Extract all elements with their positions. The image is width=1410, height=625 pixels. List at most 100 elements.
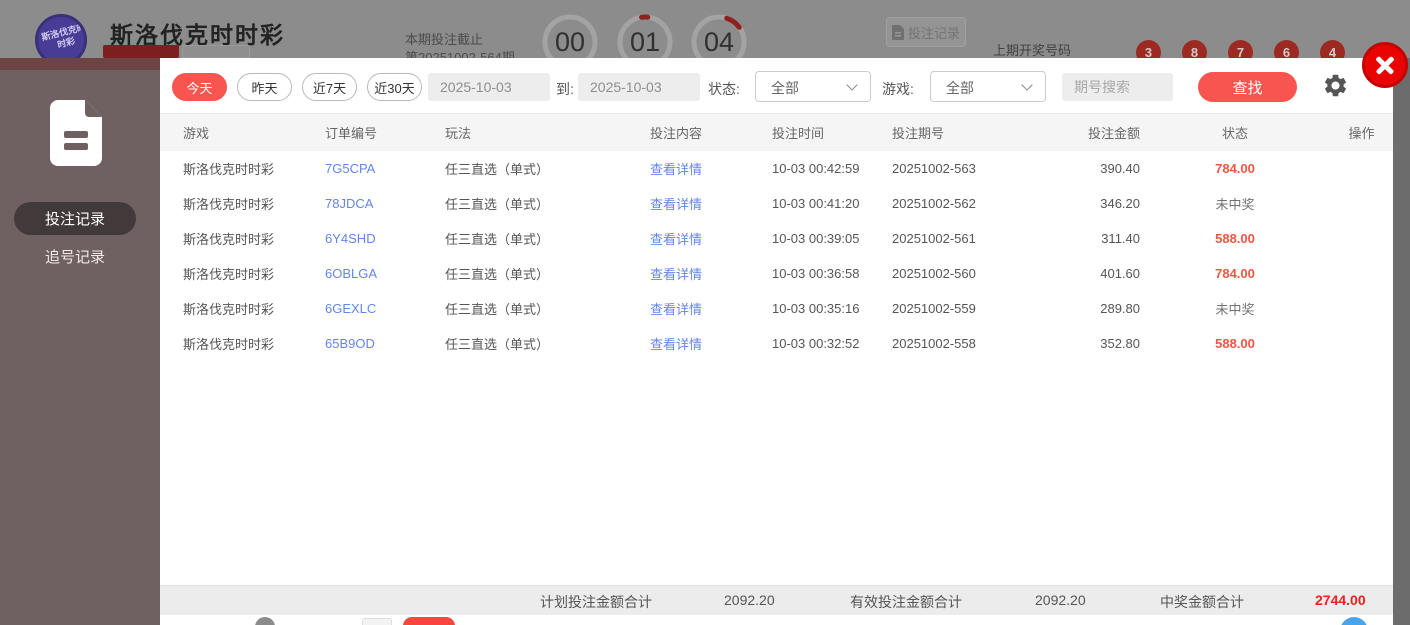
cell-bet-time: 10-03 00:35:16 [772,301,860,316]
view-detail-link[interactable]: 查看详情 [650,264,772,283]
cell-bet-time: 10-03 00:32:52 [772,336,860,351]
cell-status: 784.00 [1215,161,1255,176]
table-row: 斯洛伐克时时彩 7G5CPA 任三直选（单式） 查看详情 10-03 00:42:59 2… [160,151,1393,186]
cell-status: 588.00 [1215,336,1255,351]
pagination-button[interactable] [403,617,455,625]
bet-record-button[interactable]: 投注记录 [886,17,966,47]
table-row: 斯洛伐克时时彩 6Y4SHD 任三直选（单式） 查看详情 10-03 00:39:05 2… [160,221,1393,256]
order-id-link[interactable]: 7G5CPA [325,161,445,176]
cell-game: 斯洛伐克时时彩 [183,197,275,212]
column-header: 投注金额 [1087,126,1140,141]
game-select[interactable]: 全部 [930,71,1046,102]
valid-total-value: 2092.20 [1035,592,1086,608]
table-row: 斯洛伐克时时彩 6OBLGA 任三直选（单式） 查看详情 10-03 00:36:58 2… [160,256,1393,291]
game-label: 游戏: [882,81,914,97]
filter-bar: 今天昨天近7天近30天 到: 状态: 全部 游戏: 全部 查找 [160,58,1393,114]
bet-records-modal: 今天昨天近7天近30天 到: 状态: 全部 游戏: 全部 查找 游戏 订单编号 玩法… [160,58,1393,625]
sidebar-item-0[interactable]: 投注记录 [14,202,136,235]
cell-play-type: 任三直选（单式） [445,302,550,317]
cell-bet-period: 20251002-561 [892,231,976,246]
column-header: 玩法 [445,126,472,141]
date-to-input[interactable] [578,73,700,101]
quick-range-button[interactable]: 近30天 [367,73,422,101]
plan-total-label: 计划投注金额合计 [540,594,652,610]
view-detail-link[interactable]: 查看详情 [650,159,772,178]
status-select-value: 全部 [771,80,799,96]
cell-bet-amount: 311.40 [1101,231,1140,246]
to-label: 到: [556,81,574,97]
cell-status: 588.00 [1215,231,1255,246]
cell-play-type: 任三直选（单式） [445,162,550,177]
status-label: 状态: [708,81,740,97]
status-select[interactable]: 全部 [755,71,871,102]
cell-bet-amount: 346.20 [1100,196,1140,211]
period-search-input[interactable] [1062,73,1173,101]
column-header: 投注期号 [892,126,945,141]
modal-sidebar: 投注记录 追号记录 [0,58,160,625]
valid-total-label: 有效投注金额合计 [850,594,962,610]
page: 斯洛伐克时时彩 斯洛伐克时时彩 本期投注截止 第20251002-564期 00… [0,0,1410,625]
gear-icon[interactable] [1322,72,1349,99]
customer-service-button[interactable] [1340,617,1368,625]
site-header: 斯洛伐克时时彩 斯洛伐克时时彩 本期投注截止 第20251002-564期 00… [0,0,1410,70]
sidebar-item-1[interactable]: 追号记录 [0,246,150,267]
view-detail-link[interactable]: 查看详情 [650,194,772,213]
cell-bet-amount: 390.40 [1100,161,1140,176]
order-id-link[interactable]: 78JDCA [325,196,445,211]
order-id-link[interactable]: 6OBLGA [325,266,445,281]
lottery-logo-text: 斯洛伐克时时彩 [40,21,87,50]
cell-status: 未中奖 [1215,302,1255,317]
quick-range-button[interactable]: 近7天 [302,73,357,101]
plan-total-value: 2092.20 [724,592,775,608]
cell-bet-time: 10-03 00:36:58 [772,266,860,281]
table-header-row: 游戏 订单编号 玩法 投注内容 投注时间 投注期号 投注金额 状态 操作 [160,114,1393,151]
column-header: 订单编号 [325,126,378,141]
document-icon [891,24,904,40]
cell-game: 斯洛伐克时时彩 [183,232,275,247]
cell-game: 斯洛伐克时时彩 [183,302,275,317]
column-header: 游戏 [183,126,210,141]
search-button[interactable]: 查找 [1198,72,1297,102]
cell-bet-amount: 289.80 [1100,301,1140,316]
view-detail-link[interactable]: 查看详情 [650,334,772,353]
cell-bet-time: 10-03 00:42:59 [772,161,860,176]
cell-bet-period: 20251002-562 [892,196,976,211]
column-header: 投注时间 [772,126,825,141]
bet-record-button-label: 投注记录 [907,25,960,41]
win-total-value: 2744.00 [1315,592,1366,608]
dimmed-right-area [1393,58,1410,625]
order-id-link[interactable]: 6GEXLC [325,301,445,316]
order-id-link[interactable]: 6Y4SHD [325,231,445,246]
header-red-button[interactable] [103,45,179,58]
cell-play-type: 任三直选（单式） [445,197,550,212]
column-header: 操作 [1348,126,1375,141]
page-size-box[interactable] [362,618,392,625]
pagination-control[interactable] [255,617,275,625]
cell-bet-time: 10-03 00:41:20 [772,196,860,211]
cell-game: 斯洛伐克时时彩 [183,337,275,352]
deadline-label: 本期投注截止 [405,32,484,47]
order-id-link[interactable]: 65B9OD [325,336,445,351]
game-select-value: 全部 [946,80,974,96]
column-header: 状态 [1221,126,1248,141]
cell-bet-amount: 352.80 [1100,336,1140,351]
summary-bar: 计划投注金额合计 2092.20 有效投注金额合计 2092.20 中奖金额合计… [160,585,1393,615]
cell-bet-time: 10-03 00:39:05 [772,231,860,246]
table-row: 斯洛伐克时时彩 6GEXLC 任三直选（单式） 查看详情 10-03 00:35:16 2… [160,291,1393,326]
date-from-input[interactable] [428,73,550,101]
view-detail-link[interactable]: 查看详情 [650,229,772,248]
cell-status: 784.00 [1215,266,1255,281]
chevron-down-icon [1021,79,1033,91]
quick-range-button[interactable]: 今天 [172,73,227,101]
records-icon [50,100,102,166]
cell-status: 未中奖 [1215,197,1255,212]
header-gray-button[interactable] [182,45,250,58]
close-button[interactable] [1362,42,1408,88]
cell-play-type: 任三直选（单式） [445,267,550,282]
table-row: 斯洛伐克时时彩 78JDCA 任三直选（单式） 查看详情 10-03 00:41:20 2… [160,186,1393,221]
chevron-down-icon [846,79,858,91]
cell-play-type: 任三直选（单式） [445,232,550,247]
cell-play-type: 任三直选（单式） [445,337,550,352]
quick-range-button[interactable]: 昨天 [237,73,292,101]
view-detail-link[interactable]: 查看详情 [650,299,772,318]
